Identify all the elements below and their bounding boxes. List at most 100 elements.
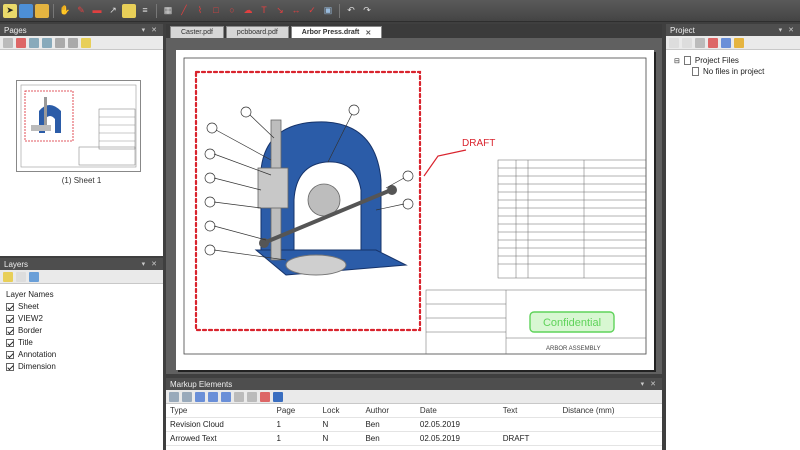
pointer-icon[interactable]: ➤ [3,3,17,18]
layer-label: Title [18,338,33,347]
rectangle-icon[interactable]: □ [209,4,223,18]
cell-lock: N [318,431,362,446]
thumbnail-size-icon[interactable] [55,37,65,48]
image-icon[interactable]: ▣ [321,4,335,18]
save-project-icon[interactable] [721,37,731,48]
zoom-to-icon[interactable] [221,391,231,402]
export-icon[interactable] [208,391,218,402]
move-up-icon[interactable] [29,37,39,48]
settings-icon[interactable] [247,391,257,402]
layer-item-title[interactable]: Title [0,335,163,347]
page-thumbnail[interactable] [16,80,141,172]
col-page[interactable]: Page [272,404,319,418]
sum-icon[interactable] [195,391,205,402]
markup-table: Type Page Lock Author Date Text Distance… [166,404,662,446]
delete-markup-icon[interactable] [260,391,270,402]
project-root-item[interactable]: ⊟ Project Files [674,56,800,65]
col-text[interactable]: Text [498,404,559,418]
page-properties-icon[interactable] [68,37,78,48]
drawing-sheet[interactable]: DRAFT Confidential ARBOR ASSEMBLY [176,50,654,370]
cell-type: Revision Cloud [166,417,273,432]
cell-lock: N [318,417,362,432]
layer-checkbox[interactable] [6,314,14,323]
layers-panel: Layers ▾ ✕ Layer Names Sheet VIEW2 Borde… [0,258,163,450]
cell-text [498,417,559,432]
sort-icon[interactable] [234,391,244,402]
project-empty-label: No files in project [703,67,765,76]
show-layers-icon[interactable] [3,271,13,282]
layer-label: VIEW2 [18,314,43,323]
measure-icon[interactable]: ↔ [289,4,303,18]
delete-page-icon[interactable] [16,37,26,48]
arrow-icon[interactable]: ↗ [106,4,120,18]
panel-controls-icon[interactable]: ▾ ✕ [142,26,159,34]
panel-controls-icon[interactable]: ▾ ✕ [142,260,159,268]
delete-icon[interactable] [708,37,718,48]
layer-item-border[interactable]: Border [0,323,163,335]
layer-item-view2[interactable]: VIEW2 [0,311,163,323]
filter-icon[interactable] [182,391,192,402]
layer-checkbox[interactable] [6,302,14,311]
tab-pcbboard[interactable]: pcbboard.pdf [225,26,289,38]
cell-distance [558,417,662,432]
undo-icon[interactable]: ↶ [344,4,358,18]
text-icon[interactable]: T [257,4,271,18]
layer-checkbox[interactable] [6,350,14,359]
leader-icon[interactable]: ↘ [273,4,287,18]
cell-author: Ben [361,417,416,432]
col-author[interactable]: Author [361,404,416,418]
close-tab-icon[interactable]: ✕ [365,29,371,37]
add-page-icon[interactable] [3,37,13,48]
layer-item-annotation[interactable]: Annotation [0,347,163,359]
col-distance[interactable]: Distance (mm) [558,404,662,418]
collapse-icon[interactable]: ⊟ [674,57,680,65]
col-lock[interactable]: Lock [318,404,362,418]
list-icon[interactable]: ≡ [138,4,152,18]
add-file-icon[interactable] [682,37,692,48]
fit-page-icon[interactable] [81,37,91,48]
layer-checkbox[interactable] [6,338,14,347]
move-down-icon[interactable] [42,37,52,48]
refresh-layers-icon[interactable] [29,271,39,282]
layer-label: Sheet [18,302,39,311]
save-icon[interactable] [19,3,33,18]
new-file-icon[interactable] [669,37,679,48]
polyline-icon[interactable]: ⌇ [193,4,207,18]
thumbnail-preview [20,84,137,168]
copy-icon[interactable] [695,37,705,48]
print-icon[interactable] [169,391,179,402]
cloud-icon[interactable]: ☁ [241,4,255,18]
col-date[interactable]: Date [415,404,499,418]
layers-panel-header: Layers ▾ ✕ [0,258,163,270]
panel-controls-icon[interactable]: ▾ ✕ [641,380,658,388]
toolbar-divider [339,3,340,18]
highlighter-icon[interactable]: ▬ [90,4,104,18]
layer-checkbox[interactable] [6,362,14,371]
panel-controls-icon[interactable]: ▾ ✕ [779,26,796,34]
tab-caster[interactable]: Caster.pdf [170,26,224,38]
grid-icon[interactable] [122,3,136,18]
open-folder-icon[interactable] [734,37,744,48]
pages-panel-header: Pages ▾ ✕ [0,24,163,36]
pages-panel-title: Pages [4,25,27,35]
tab-arbor-press[interactable]: Arbor Press.draft ✕ [290,26,383,38]
open-icon[interactable] [35,3,49,18]
table-row[interactable]: Revision Cloud 1 N Ben 02.05.2019 [166,417,662,432]
table-row[interactable]: Arrowed Text 1 N Ben 02.05.2019 DRAFT [166,431,662,446]
layer-item-sheet[interactable]: Sheet [0,299,163,311]
redo-icon[interactable]: ↷ [360,4,374,18]
col-type[interactable]: Type [166,404,273,418]
pen-icon[interactable]: ✎ [74,4,88,18]
line-icon[interactable]: ╱ [177,4,191,18]
cell-distance [558,431,662,446]
draft-leader [423,149,467,177]
stamp-icon[interactable]: ✓ [305,4,319,18]
drawing-canvas[interactable]: DRAFT Confidential ARBOR ASSEMBLY [166,38,662,374]
select-icon[interactable]: ▦ [161,4,175,18]
save-markup-icon[interactable] [273,391,283,402]
layer-item-dimension[interactable]: Dimension [0,359,163,371]
pan-icon[interactable]: ✋ [58,4,72,18]
hide-layers-icon[interactable] [16,271,26,282]
ellipse-icon[interactable]: ○ [225,4,239,18]
layer-checkbox[interactable] [6,326,14,335]
